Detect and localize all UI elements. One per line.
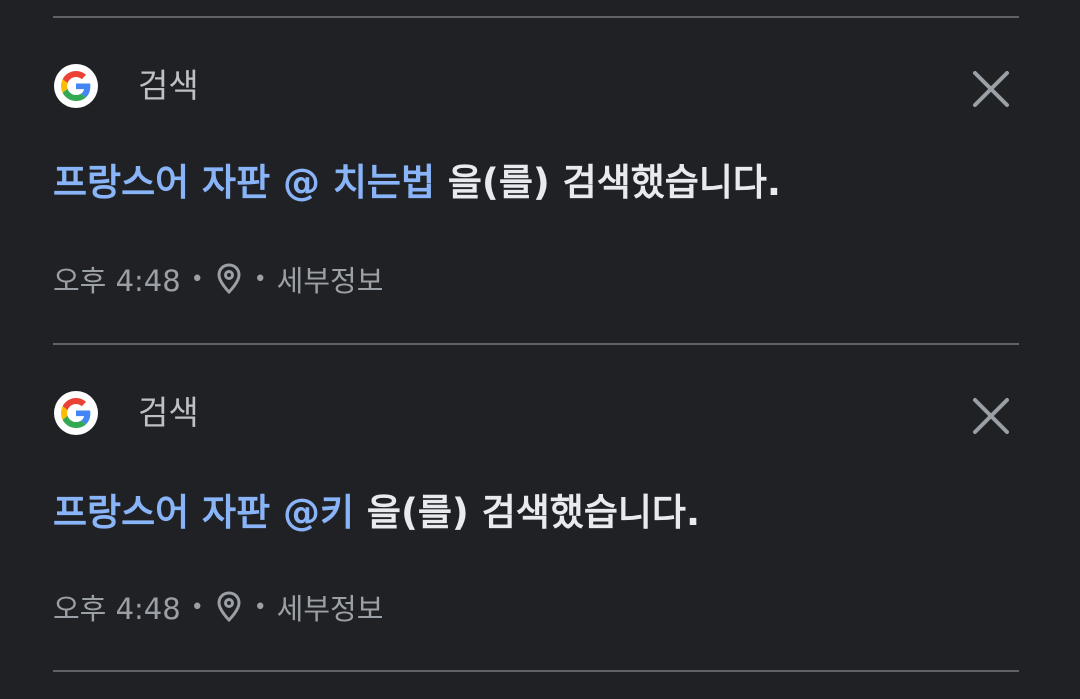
timestamp: 오후 4:48	[53, 264, 181, 298]
close-icon	[973, 71, 1009, 107]
google-g-icon	[61, 71, 91, 101]
google-logo-icon	[54, 391, 98, 435]
delete-button[interactable]	[966, 391, 1016, 441]
activity-text: 프랑스어 자판 @키 을(를) 검색했습니다.	[53, 490, 700, 536]
location-button[interactable]	[216, 591, 242, 623]
timestamp: 오후 4:48	[53, 592, 181, 626]
separator-dot: •	[190, 266, 204, 292]
activity-suffix: 을(를) 검색했습니다.	[435, 161, 781, 204]
location-pin-icon	[217, 591, 241, 623]
source-label: 검색	[138, 66, 199, 105]
details-link[interactable]: 세부정보	[277, 258, 384, 300]
google-g-icon	[61, 398, 91, 428]
meta-line: 오후 4:48 • • 세부정보	[53, 259, 383, 299]
search-query-link[interactable]: 프랑스어 자판 @ 치는법	[53, 161, 435, 204]
activity-suffix: 을(를) 검색했습니다.	[354, 491, 701, 534]
activity-card: 검색 프랑스어 자판 @키 을(를) 검색했습니다. 오후 4:48 • • 세…	[0, 345, 1080, 671]
delete-button[interactable]	[966, 64, 1016, 114]
details-link[interactable]: 세부정보	[277, 586, 384, 628]
location-pin-icon	[217, 263, 241, 295]
separator-dot: •	[253, 266, 267, 292]
separator-dot: •	[253, 594, 267, 620]
location-button[interactable]	[216, 263, 242, 295]
activity-card: 검색 프랑스어 자판 @ 치는법 을(를) 검색했습니다. 오후 4:48 • …	[0, 18, 1080, 344]
meta-line: 오후 4:48 • • 세부정보	[53, 587, 383, 627]
bottom-divider	[53, 670, 1019, 672]
source-label: 검색	[138, 393, 199, 432]
activity-text: 프랑스어 자판 @ 치는법 을(를) 검색했습니다.	[53, 160, 781, 206]
google-logo-icon	[54, 64, 98, 108]
separator-dot: •	[190, 594, 204, 620]
search-query-link[interactable]: 프랑스어 자판 @키	[53, 491, 354, 534]
close-icon	[973, 398, 1009, 434]
